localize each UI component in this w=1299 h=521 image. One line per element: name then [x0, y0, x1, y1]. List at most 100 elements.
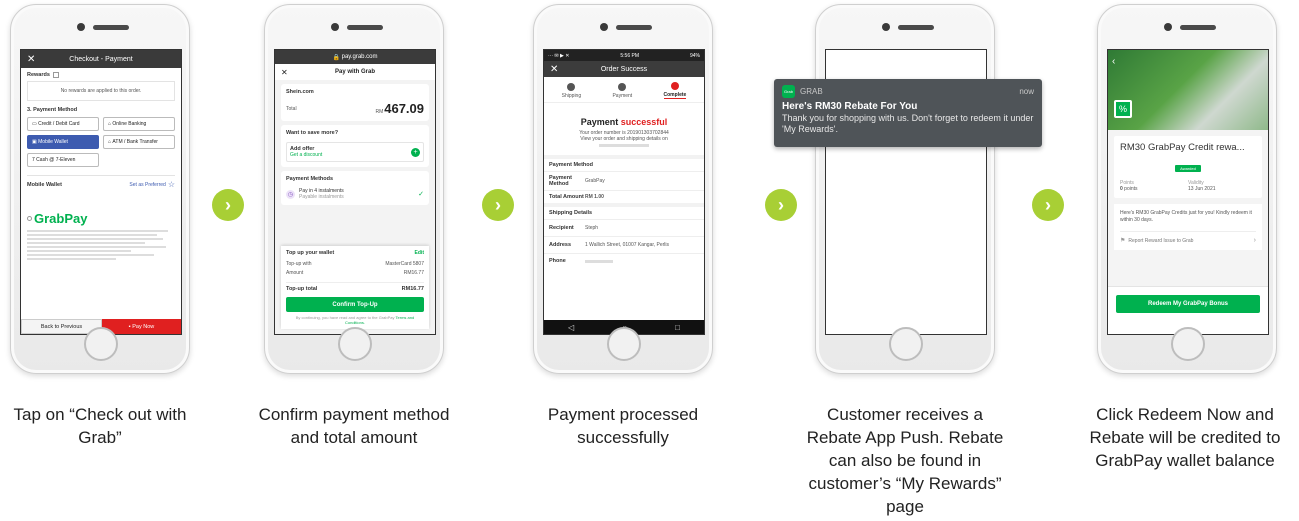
terms-text: By continuing, you have read and agree t…: [286, 315, 424, 325]
reward-banner: ‹ %: [1108, 50, 1268, 130]
home-button: [889, 327, 923, 361]
currency-label: RM: [375, 109, 384, 115]
next-arrow-icon: ›: [765, 189, 797, 221]
notification-app-name: GRAB: [800, 87, 823, 96]
redeem-button[interactable]: Redeem My GrabPay Bonus: [1116, 295, 1260, 313]
credit-card-option[interactable]: ▭ Credit / Debit Card: [27, 117, 99, 131]
camera: [331, 23, 339, 31]
top-up-with-value: MasterCard 5807: [385, 261, 424, 267]
recipient-value: Steph: [585, 225, 599, 231]
close-icon[interactable]: ✕: [550, 64, 558, 75]
mobile-wallet-section-label: Mobile Wallet: [27, 181, 62, 188]
add-offer-row[interactable]: Add offer Get a discount +: [286, 142, 424, 162]
online-banking-label: Online Banking: [112, 121, 147, 127]
pay-with-grab-header: Pay with Grab: [334, 69, 375, 75]
mobile-wallet-option[interactable]: ▣ Mobile Wallet: [27, 135, 99, 149]
set-preferred-link[interactable]: Set as Preferred: [129, 182, 165, 188]
payment-methods-label: Payment Methods: [286, 176, 334, 182]
back-icon[interactable]: ◁: [568, 323, 574, 332]
grabpay-badge-icon: %: [1114, 100, 1132, 118]
payment-word: Payment: [580, 117, 619, 127]
total-label: Total: [286, 105, 297, 112]
cash-7eleven-option[interactable]: 7 Cash @ 7-Eleven: [27, 153, 99, 167]
validity-value: 13 Jun 2021: [1188, 186, 1216, 192]
caption-step-5: Click Redeem Now and Rebate will be cred…: [1089, 405, 1281, 470]
points-unit: points: [1124, 186, 1138, 192]
payment-method-label: 3. Payment Method: [27, 107, 78, 113]
step-payment: Payment: [612, 82, 633, 99]
caption-step-3: Payment processed successfully: [547, 405, 699, 447]
close-icon[interactable]: ✕: [27, 54, 35, 65]
reward-screen: ‹ % RM30 GrabPay Credit rewa... Awarded …: [1107, 49, 1269, 335]
status-time: 5:56 PM: [620, 52, 639, 59]
speaker: [347, 25, 383, 30]
phone-step-4: [815, 4, 995, 374]
camera: [1164, 23, 1172, 31]
reward-description: Here's RM30 GrabPay Credits just for you…: [1120, 210, 1252, 223]
amount-label: Amount: [286, 270, 304, 276]
pay-in-4-option[interactable]: ◷ Pay in 4 instalments Payable instalmen…: [286, 188, 424, 200]
rewards-note: No rewards are applied to this order.: [27, 81, 175, 101]
notification-time: now: [1019, 87, 1034, 96]
atm-transfer-option[interactable]: ⌂ ATM / Bank Transfer: [103, 135, 175, 149]
step-shipping: Shipping: [562, 82, 581, 99]
home-button: [84, 327, 118, 361]
recipient-label: Recipient: [549, 225, 574, 231]
notification-title: Here's RM30 Rebate For You: [782, 101, 918, 112]
step-dot-icon: [670, 82, 679, 90]
total-amount-value: RM 1.00: [585, 194, 604, 200]
credit-card-label: Credit / Debit Card: [38, 121, 80, 127]
pm-label: Payment Method: [549, 175, 572, 187]
camera: [882, 23, 890, 31]
mobile-wallet-label: Mobile Wallet: [38, 139, 68, 145]
star-icon[interactable]: ☆: [168, 180, 175, 189]
pay-now-button[interactable]: ▪ Pay Now: [102, 319, 181, 334]
phone-step-5: ‹ % RM30 GrabPay Credit rewa... Awarded …: [1097, 4, 1277, 374]
close-icon[interactable]: ✕: [281, 68, 288, 77]
next-arrow-icon: ›: [482, 189, 514, 221]
browser-url: pay.grab.com: [341, 54, 378, 60]
pay-in-4-sub: Payable instalments: [299, 194, 344, 200]
grabpay-logo: GrabPay: [34, 211, 88, 226]
check-icon: ✓: [418, 191, 424, 198]
online-banking-option[interactable]: ⌂ Online Banking: [103, 117, 175, 131]
atm-transfer-label: ATM / Bank Transfer: [112, 139, 158, 145]
browser-bar: 🔒 pay.grab.com: [275, 50, 435, 64]
report-issue-link: Report Reward Issue to Grab: [1128, 237, 1194, 244]
plus-icon[interactable]: +: [411, 147, 420, 157]
top-up-panel: Top up your wallet Edit Top-up with Mast…: [281, 246, 429, 329]
total-amount-label: Total Amount: [549, 194, 584, 200]
confirm-top-up-button[interactable]: Confirm Top-Up: [286, 297, 424, 312]
checkout-title: Checkout - Payment: [69, 55, 133, 63]
phone-value-blurred: [585, 259, 613, 263]
recents-icon[interactable]: □: [675, 323, 680, 332]
caption-step-1: Tap on “Check out with Grab”: [13, 405, 187, 447]
top-up-total-value: RM16.77: [401, 286, 424, 292]
caption-step-2: Confirm payment method and total amount: [258, 405, 450, 447]
save-more-label: Want to save more?: [286, 130, 339, 136]
payment-successful-heading: Payment successful: [548, 117, 700, 127]
report-issue-row[interactable]: ⚑ Report Reward Issue to Grab ›: [1120, 231, 1256, 244]
order-success-title: Order Success: [600, 65, 648, 73]
next-arrow-icon: ›: [1032, 189, 1064, 221]
edit-link[interactable]: Edit: [415, 250, 424, 256]
home-button: [607, 327, 641, 361]
grabpay-instructions: [27, 230, 175, 260]
pay-now-label: Pay Now: [132, 323, 155, 330]
back-arrow-icon[interactable]: ‹: [1112, 56, 1115, 67]
speaker: [898, 25, 934, 30]
awarded-badge: Awarded: [1175, 165, 1201, 172]
phone-step-3: ··· ✉ ▶ ✕ 5:56 PM 94% ✕ Order Success Sh…: [533, 4, 713, 374]
phone-label: Phone: [549, 258, 566, 264]
step-payment-label: Payment: [612, 92, 633, 99]
lock-icon: 🔒: [332, 54, 342, 61]
rewards-toggle[interactable]: [52, 72, 59, 78]
shipping-details-header: Shipping Details: [544, 203, 704, 219]
notification-body: Thank you for shopping with us. Don't fo…: [782, 113, 1034, 134]
progress-steps: Shipping Payment Complete: [544, 77, 704, 103]
radio-icon[interactable]: [27, 216, 32, 221]
status-icons-left: ··· ✉ ▶ ✕: [548, 52, 570, 59]
add-offer-sub: Get a discount: [290, 152, 323, 158]
push-notification[interactable]: Grab GRAB now Here's RM30 Rebate For You…: [774, 79, 1042, 147]
phone-step-2: 🔒 pay.grab.com ✕ Pay with Grab Shein.com…: [264, 4, 444, 374]
